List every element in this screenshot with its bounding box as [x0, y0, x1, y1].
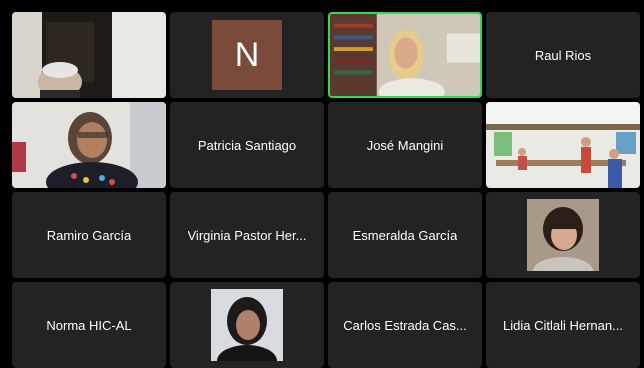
participant-tile-video-3[interactable] — [486, 102, 640, 188]
participant-name: Norma HIC-AL — [46, 317, 132, 333]
participant-tile-avatar-1[interactable] — [486, 192, 640, 278]
participant-tile-video-1[interactable] — [12, 12, 166, 98]
participant-name: José Mangini — [366, 137, 444, 153]
participant-profile-photo — [211, 289, 283, 361]
participant-grid: N Raul Rios Patricia Santiago José Mangi… — [12, 12, 642, 368]
participant-tile-carlos-estrada[interactable]: Carlos Estrada Cas... — [328, 282, 482, 368]
participant-tile-avatar-2[interactable] — [170, 282, 324, 368]
participant-tile-video-2[interactable] — [12, 102, 166, 188]
participant-video — [330, 14, 480, 96]
participant-tile-raul-rios[interactable]: Raul Rios — [486, 12, 640, 98]
participant-name: Ramiro García — [46, 227, 132, 243]
participant-video — [12, 12, 166, 98]
participant-video — [486, 102, 640, 188]
participant-name: Esmeralda García — [352, 227, 458, 243]
participant-name: Lidia Citlali Hernan... — [503, 317, 623, 333]
participant-initial-avatar: N — [212, 20, 282, 90]
participant-name: Raul Rios — [534, 47, 592, 63]
participant-tile-esmeralda-garcia[interactable]: Esmeralda García — [328, 192, 482, 278]
participant-tile-norma-hic-al[interactable]: Norma HIC-AL — [12, 282, 166, 368]
participant-video — [12, 102, 166, 188]
participant-tile-ramiro-garcia[interactable]: Ramiro García — [12, 192, 166, 278]
participant-name: Virginia Pastor Her... — [187, 227, 307, 243]
participant-name: Patricia Santiago — [197, 137, 297, 153]
participant-name: Carlos Estrada Cas... — [343, 317, 467, 333]
participant-tile-virginia-pastor[interactable]: Virginia Pastor Her... — [170, 192, 324, 278]
participant-tile-initial[interactable]: N — [170, 12, 324, 98]
participant-tile-jose-mangini[interactable]: José Mangini — [328, 102, 482, 188]
participant-tile-active-speaker[interactable] — [328, 12, 482, 98]
participant-tile-lidia-citlali[interactable]: Lidia Citlali Hernan... — [486, 282, 640, 368]
participant-tile-patricia-santiago[interactable]: Patricia Santiago — [170, 102, 324, 188]
participant-profile-photo — [527, 199, 599, 271]
